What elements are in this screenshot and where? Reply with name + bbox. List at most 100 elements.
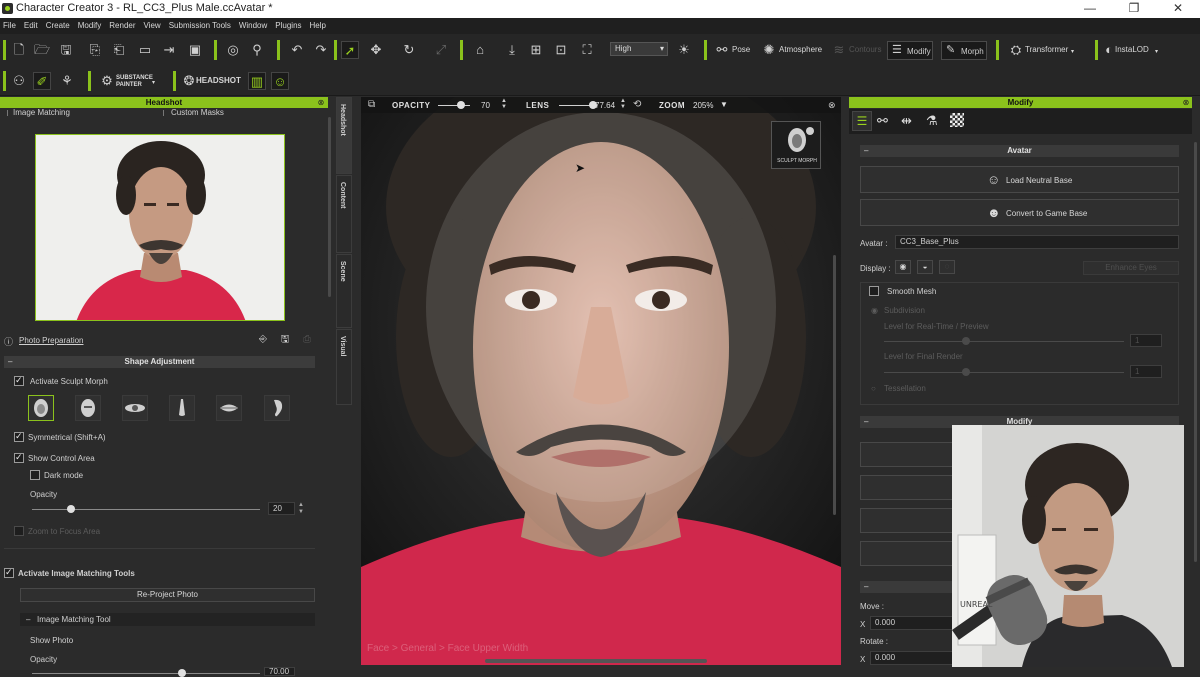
- activate-sculpt-morph-checkbox[interactable]: [14, 375, 24, 386]
- rotate-tool-icon[interactable]: ↻: [400, 41, 418, 59]
- viewport-h-scrollbar[interactable]: [485, 659, 707, 663]
- image-matching-tool-section[interactable]: – Image Matching Tool: [20, 613, 315, 626]
- frame-selected-icon[interactable]: ⊡: [552, 41, 570, 59]
- material-tab-icon[interactable]: ⚗: [926, 113, 938, 129]
- menu-help[interactable]: Help: [307, 18, 331, 34]
- edit-mesh-icon[interactable]: ✐: [33, 72, 51, 90]
- transformer-button[interactable]: Transformer: [1025, 41, 1068, 59]
- tab-visual[interactable]: Visual: [336, 329, 352, 405]
- dark-mode-checkbox[interactable]: [30, 470, 40, 480]
- modify-button[interactable]: ☰ Modify: [887, 41, 933, 60]
- menu-edit[interactable]: Edit: [21, 18, 43, 34]
- tab-content[interactable]: Content: [336, 175, 352, 253]
- viewport-opacity-slider[interactable]: [438, 105, 470, 106]
- pose-button[interactable]: Pose: [732, 41, 750, 59]
- substance-painter-button[interactable]: SUBSTANCE PAINTER: [116, 75, 153, 88]
- open-folder-icon[interactable]: 🗁: [33, 41, 51, 59]
- send-icon[interactable]: ⇥: [160, 41, 178, 59]
- maximize-button[interactable]: ❐: [1112, 0, 1156, 18]
- render-icon[interactable]: ▣: [186, 41, 204, 59]
- morph-slider-icon[interactable]: ⚇: [10, 72, 28, 90]
- light-icon[interactable]: ☀: [675, 41, 693, 59]
- level-realtime-knob[interactable]: [962, 337, 970, 345]
- radio-icon[interactable]: ○: [871, 384, 876, 393]
- rotate-x-input[interactable]: 0.000: [870, 651, 960, 665]
- photo-preparation-link[interactable]: Photo Preparation: [19, 336, 84, 345]
- contours-button[interactable]: Contours: [849, 41, 881, 59]
- viewport-mode-icon[interactable]: ⧉: [368, 99, 375, 110]
- nose-shape-icon[interactable]: [169, 395, 195, 421]
- opacity-slider-knob[interactable]: [67, 505, 75, 513]
- import-icon[interactable]: ⎘: [86, 41, 104, 59]
- modify-panel-scrollbar[interactable]: [1194, 142, 1197, 562]
- mouth-shape-icon[interactable]: [216, 395, 242, 421]
- radio-icon[interactable]: ◉: [871, 306, 878, 315]
- menu-render[interactable]: Render: [106, 18, 140, 34]
- drop-to-floor-icon[interactable]: ⤓: [503, 41, 521, 59]
- scale-tool-icon[interactable]: ⤢: [432, 41, 450, 59]
- tab-headshot[interactable]: Headshot: [336, 97, 352, 174]
- convert-to-game-base-button[interactable]: ☻ Convert to Game Base: [860, 199, 1179, 226]
- home-camera-icon[interactable]: ⌂: [471, 41, 489, 59]
- display-mesh-button[interactable]: ◒: [917, 260, 933, 274]
- tab-custom-masks[interactable]: Custom Masks: [171, 108, 224, 117]
- spin-updown-icon[interactable]: ▲ ▼: [501, 98, 507, 110]
- reproject-photo-button[interactable]: Re-Project Photo: [20, 588, 315, 602]
- clear-photo-icon[interactable]: ⎙: [300, 333, 314, 347]
- activate-image-matching-checkbox[interactable]: [4, 567, 14, 578]
- menu-create[interactable]: Create: [43, 18, 75, 34]
- move-x-input[interactable]: 0.000: [870, 616, 960, 630]
- eye-shape-icon[interactable]: [122, 395, 148, 421]
- atmosphere-button[interactable]: Atmosphere: [779, 41, 822, 59]
- head-shape-icon[interactable]: [75, 395, 101, 421]
- zoom-to-focus-checkbox[interactable]: [14, 526, 24, 536]
- morph-tab-icon[interactable]: ⇹: [901, 113, 912, 129]
- instalod-button[interactable]: InstaLOD: [1115, 41, 1149, 59]
- menu-plugins[interactable]: Plugins: [272, 18, 306, 34]
- shape-adjustment-section[interactable]: – Shape Adjustment: [4, 356, 315, 368]
- menu-window[interactable]: Window: [236, 18, 272, 34]
- modify-slot-button[interactable]: [860, 508, 960, 533]
- level-realtime-slider[interactable]: [884, 341, 1124, 342]
- modify-slot-button[interactable]: [860, 475, 960, 500]
- headshot-photo-icon[interactable]: ▥: [248, 72, 266, 90]
- mesh-tools-icon[interactable]: ⚘: [58, 72, 76, 90]
- save-icon[interactable]: 🖫: [57, 41, 75, 59]
- pose-tab-icon[interactable]: ⚯: [877, 113, 888, 129]
- save-photo-icon[interactable]: 🖫: [278, 333, 292, 347]
- tab-image-matching[interactable]: Image Matching: [13, 108, 70, 117]
- load-neutral-base-button[interactable]: ☺ Load Neutral Base: [860, 166, 1179, 193]
- select-tool-icon[interactable]: ➚: [341, 41, 359, 59]
- level-final-slider[interactable]: [884, 372, 1124, 373]
- smooth-mesh-checkbox[interactable]: [869, 286, 879, 296]
- avatar-section[interactable]: – Avatar: [860, 145, 1179, 157]
- symmetrical-checkbox[interactable]: [14, 431, 24, 442]
- level-realtime-input[interactable]: 1: [1130, 334, 1162, 347]
- menu-modify[interactable]: Modify: [75, 18, 107, 34]
- transform-section[interactable]: –: [860, 581, 960, 593]
- level-final-input[interactable]: 1: [1130, 365, 1162, 378]
- menu-file[interactable]: File: [0, 18, 21, 34]
- avatar-name-field[interactable]: CC3_Base_Plus: [895, 235, 1179, 249]
- close-window-button[interactable]: ✕: [1156, 0, 1200, 18]
- photo-opacity-slider-track[interactable]: [32, 673, 260, 674]
- align-icon[interactable]: ⊞: [527, 41, 545, 59]
- chevron-down-icon[interactable]: ▼: [720, 100, 728, 109]
- display-wire-button[interactable]: ◌: [939, 260, 955, 274]
- modify-slot-button[interactable]: [860, 442, 960, 467]
- sliders-tab-icon[interactable]: ☰: [852, 111, 872, 131]
- viewport-v-scrollbar[interactable]: [833, 255, 836, 515]
- viewport-opacity-knob[interactable]: [457, 101, 465, 109]
- menu-submission-tools[interactable]: Submission Tools: [166, 18, 236, 34]
- headshot-head-icon[interactable]: ☺: [271, 72, 289, 90]
- spin-down-icon[interactable]: ▼: [297, 509, 305, 515]
- headshot-panel-scrollbar[interactable]: [328, 117, 331, 297]
- fit-view-icon[interactable]: ⛶: [578, 41, 596, 59]
- modify-slot-button[interactable]: [860, 541, 960, 566]
- close-icon[interactable]: ⊗: [828, 100, 836, 111]
- tab-scene[interactable]: Scene: [336, 254, 352, 328]
- headshot-button[interactable]: HEADSHOT: [196, 72, 241, 90]
- quality-dropdown[interactable]: High ▾: [610, 42, 668, 56]
- display-eye-button[interactable]: ◉: [895, 260, 911, 274]
- move-tool-icon[interactable]: ✥: [367, 41, 385, 59]
